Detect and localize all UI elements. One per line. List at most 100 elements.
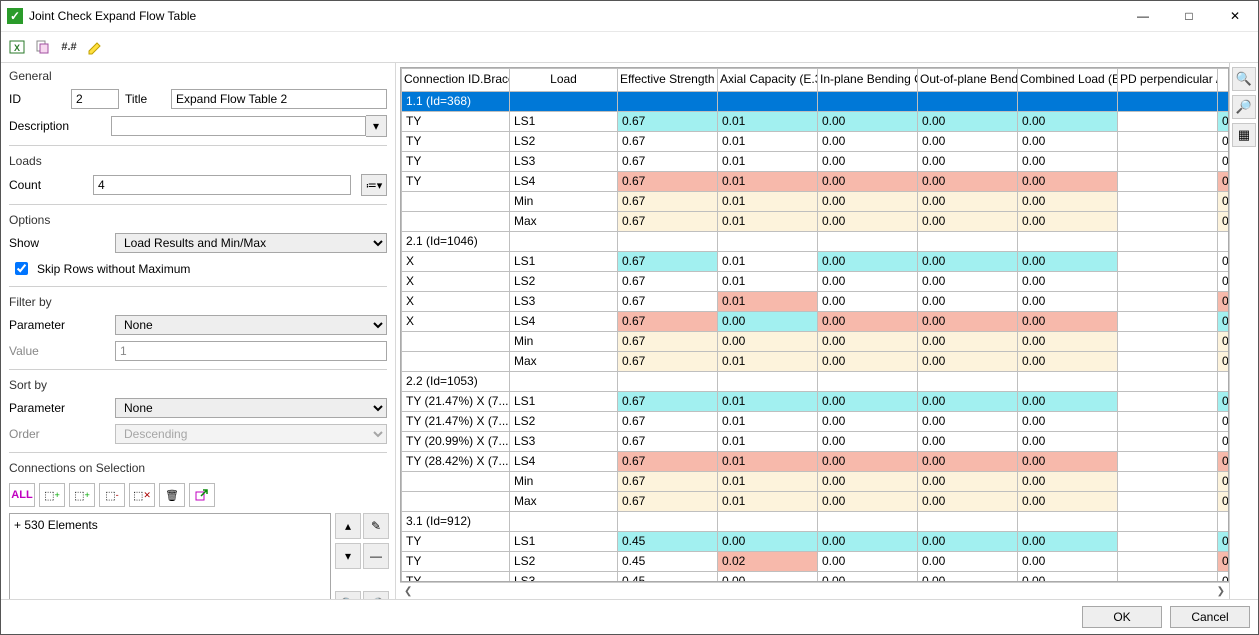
table-cell[interactable]: LS1 (510, 391, 618, 411)
table-cell[interactable]: LS2 (510, 411, 618, 431)
cancel-button[interactable]: Cancel (1170, 606, 1250, 628)
table-cell[interactable]: 0.67 (618, 291, 718, 311)
table-row[interactable]: 2.2 (Id=1053) (402, 371, 1230, 391)
table-cell[interactable] (1218, 511, 1230, 531)
table-cell[interactable] (618, 371, 718, 391)
table-cell[interactable]: 0.00 (1018, 131, 1118, 151)
table-cell[interactable]: 0.67 (618, 391, 718, 411)
table-cell[interactable]: 0.67 (618, 451, 718, 471)
table-cell[interactable] (618, 91, 718, 111)
table-cell[interactable]: 0.00 (818, 311, 918, 331)
table-cell[interactable]: 0.00 (918, 351, 1018, 371)
table-cell[interactable] (1118, 351, 1218, 371)
table-cell[interactable]: TY (21.47%) X (7... (402, 411, 510, 431)
table-cell[interactable] (510, 231, 618, 251)
number-format-icon[interactable]: #.# (59, 37, 79, 57)
table-cell[interactable]: 0.00 (918, 431, 1018, 451)
table-cell[interactable]: 0.00 (818, 271, 918, 291)
table-cell[interactable] (1118, 111, 1218, 131)
table-cell[interactable]: TY (402, 551, 510, 571)
table-cell[interactable]: 0.45 (618, 531, 718, 551)
table-cell[interactable]: 0.00 (918, 171, 1018, 191)
results-table-scroll[interactable]: Connection ID.Brace #LoadEffective Stren… (400, 67, 1229, 582)
show-select[interactable]: Load Results and Min/Max (115, 233, 387, 253)
table-cell[interactable]: 0.00 (918, 191, 1018, 211)
table-cell[interactable]: 0.67 (618, 211, 718, 231)
table-cell[interactable] (918, 511, 1018, 531)
count-list-button[interactable]: ≔▾ (361, 174, 387, 196)
table-header[interactable]: Load (510, 69, 618, 92)
table-cell[interactable]: 0.01 (718, 351, 818, 371)
table-cell[interactable] (402, 211, 510, 231)
table-row[interactable]: XLS10.670.010.000.000.000 (402, 251, 1230, 271)
table-cell[interactable]: 0.00 (918, 111, 1018, 131)
table-cell[interactable]: 0.00 (918, 271, 1018, 291)
table-cell[interactable] (1018, 231, 1118, 251)
filter-parameter-select[interactable]: None (115, 315, 387, 335)
selection-list-item[interactable]: + 530 Elements (14, 518, 326, 532)
table-cell[interactable]: 0.01 (718, 191, 818, 211)
table-cell[interactable] (818, 231, 918, 251)
table-cell[interactable] (1118, 491, 1218, 511)
table-cell[interactable]: 0.67 (618, 491, 718, 511)
table-cell[interactable]: 0.00 (1018, 191, 1118, 211)
table-cell[interactable]: 0 (1218, 431, 1230, 451)
select-delete-button[interactable]: 🗑 (159, 483, 185, 507)
table-cell[interactable] (1118, 91, 1218, 111)
table-cell[interactable]: 0.00 (818, 451, 918, 471)
table-cell[interactable]: 0 (1218, 391, 1230, 411)
description-dropdown-button[interactable]: ▾ (366, 115, 387, 137)
table-cell[interactable]: 0.00 (718, 571, 818, 582)
table-row[interactable]: XLS20.670.010.000.000.000 (402, 271, 1230, 291)
remove-button[interactable]: — (363, 543, 389, 569)
table-header[interactable]: Axial Capacity (E.3-2) (718, 69, 818, 92)
table-cell[interactable] (618, 511, 718, 531)
table-cell[interactable]: 0.00 (818, 111, 918, 131)
table-cell[interactable]: LS1 (510, 111, 618, 131)
table-row[interactable]: TYLS10.670.010.000.000.000 (402, 111, 1230, 131)
minimize-button[interactable]: — (1120, 1, 1166, 31)
table-cell[interactable]: 0.00 (1018, 151, 1118, 171)
table-row[interactable]: TY (21.47%) X (7...LS20.670.010.000.000.… (402, 411, 1230, 431)
table-cell[interactable] (1018, 511, 1118, 531)
table-cell[interactable]: 2.1 (Id=1046) (402, 231, 510, 251)
ok-button[interactable]: OK (1082, 606, 1162, 628)
table-cell[interactable]: 0 (1218, 451, 1230, 471)
table-cell[interactable]: 0.00 (918, 291, 1018, 311)
table-cell[interactable] (402, 331, 510, 351)
table-cell[interactable]: Min (510, 471, 618, 491)
table-cell[interactable]: 0.67 (618, 111, 718, 131)
table-cell[interactable]: 0.00 (1018, 551, 1118, 571)
table-cell[interactable]: 0 (1218, 131, 1230, 151)
table-cell[interactable]: 0.67 (618, 271, 718, 291)
table-cell[interactable] (1018, 371, 1118, 391)
table-cell[interactable]: 0.00 (818, 131, 918, 151)
table-cell[interactable] (718, 371, 818, 391)
table-cell[interactable]: 0 (1218, 271, 1230, 291)
table-header[interactable]: Out-of-plane Bending Capacity (E.3-3) (918, 69, 1018, 92)
table-cell[interactable]: 0.00 (718, 311, 818, 331)
move-down-button[interactable]: ▾ (335, 543, 361, 569)
table-cell[interactable]: TY (402, 131, 510, 151)
table-cell[interactable] (1018, 91, 1118, 111)
table-cell[interactable]: X (402, 291, 510, 311)
table-cell[interactable]: LS1 (510, 251, 618, 271)
table-cell[interactable]: 0.00 (1018, 351, 1118, 371)
table-cell[interactable]: 0 (1218, 351, 1230, 371)
title-input[interactable] (171, 89, 387, 109)
table-cell[interactable]: 0 (1218, 551, 1230, 571)
table-cell[interactable]: 0.00 (1018, 471, 1118, 491)
table-row[interactable]: Min0.670.000.000.000.000 (402, 331, 1230, 351)
select-clear-button[interactable]: ⬚✕ (129, 483, 155, 507)
table-cell[interactable]: 0.00 (1018, 411, 1118, 431)
table-cell[interactable]: TY (20.99%) X (7... (402, 431, 510, 451)
table-cell[interactable]: 0.67 (618, 431, 718, 451)
table-row[interactable]: Max0.670.010.000.000.000 (402, 491, 1230, 511)
table-cell[interactable] (718, 91, 818, 111)
table-cell[interactable]: X (402, 251, 510, 271)
table-cell[interactable]: 0 (1218, 411, 1230, 431)
table-cell[interactable]: 0.00 (1018, 491, 1118, 511)
table-cell[interactable]: 0.67 (618, 471, 718, 491)
table-cell[interactable]: 0.00 (918, 211, 1018, 231)
export-excel-icon[interactable]: X (7, 37, 27, 57)
